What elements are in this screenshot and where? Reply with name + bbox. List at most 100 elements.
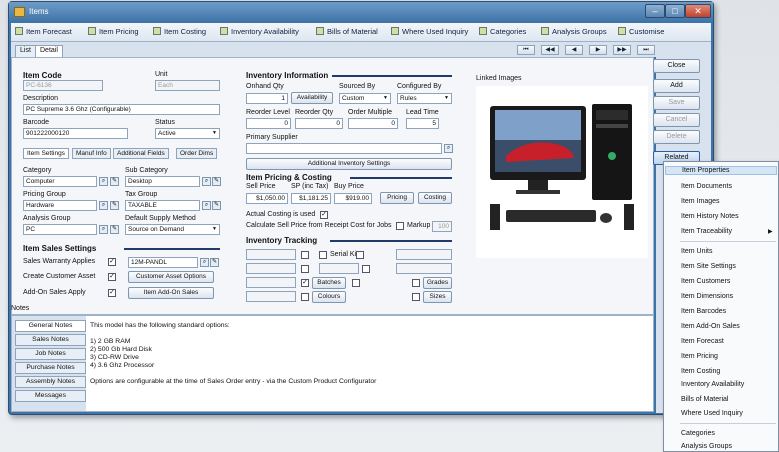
toolbar-analysis-groups[interactable]: Analysis Groups <box>541 27 607 36</box>
nav-prev-button[interactable]: ◀ <box>565 45 583 55</box>
batches-button[interactable]: Batches <box>312 277 346 289</box>
pricing-group-search-icon[interactable]: ⌕ <box>99 201 108 210</box>
menu-item-dimensions[interactable]: Item Dimensions <box>681 293 733 300</box>
description-field[interactable]: PC Supreme 3.6 Ghz (Configurable) <box>23 104 220 115</box>
tab-detail[interactable]: Detail <box>35 45 63 57</box>
customer-asset-options-button[interactable]: Customer Asset Options <box>128 271 214 283</box>
configured-dropdown[interactable]: Rules <box>397 93 452 104</box>
menu-item-site-settings[interactable]: Item Site Settings <box>681 263 736 270</box>
additional-inventory-settings-button[interactable]: Additional Inventory Settings <box>246 158 452 170</box>
tab-manuf-info[interactable]: Manuf Info <box>72 148 111 159</box>
menu-item-customers[interactable]: Item Customers <box>681 278 730 285</box>
customer-asset-checkbox[interactable]: ✓ <box>108 273 116 281</box>
order-multiple-field[interactable]: 0 <box>348 118 398 129</box>
nav-first-button[interactable]: ⏮ <box>517 45 535 55</box>
toolbar-item-forecast[interactable]: Item Forecast <box>15 27 72 36</box>
colours-checkbox[interactable] <box>301 293 309 301</box>
analysis-group-field[interactable]: PC <box>23 224 97 235</box>
buy-price-field[interactable]: $919.00 <box>334 193 372 204</box>
tab-order-dims[interactable]: Order Dims <box>176 148 218 159</box>
category-field[interactable]: Computer <box>23 176 97 187</box>
costing-button[interactable]: Costing <box>418 192 452 204</box>
sizes-button[interactable]: Sizes <box>423 291 452 303</box>
colours-button[interactable]: Colours <box>312 291 346 303</box>
tax-group-field[interactable]: TAXABLE <box>125 200 200 211</box>
grades-checkbox[interactable] <box>412 279 420 287</box>
nav-last-button[interactable]: ⏭ <box>637 45 655 55</box>
tracking-checkbox-1[interactable] <box>301 251 309 259</box>
toolbar-where-used[interactable]: Where Used Inquiry <box>391 27 468 36</box>
toolbar-bills-of-material[interactable]: Bills of Material <box>316 27 378 36</box>
item-code-field[interactable]: PC-6136 <box>23 80 103 91</box>
menu-categories[interactable]: Categories <box>681 430 715 437</box>
delete-button[interactable]: Delete <box>653 130 700 144</box>
menu-item-pricing[interactable]: Item Pricing <box>681 353 718 360</box>
tab-list[interactable]: List <box>15 45 36 57</box>
pricing-group-edit-icon[interactable]: ✎ <box>110 201 119 210</box>
tab-assembly-notes[interactable]: Assembly Notes <box>15 376 86 388</box>
toolbar-customise[interactable]: Customise <box>618 27 664 36</box>
menu-item-units[interactable]: Item Units <box>681 248 713 255</box>
toolbar-item-costing[interactable]: Item Costing <box>153 27 206 36</box>
sizes-checkbox[interactable] <box>412 293 420 301</box>
pricing-button[interactable]: Pricing <box>380 192 414 204</box>
subcategory-edit-icon[interactable]: ✎ <box>212 177 221 186</box>
batches-checkbox[interactable]: ✓ <box>301 279 309 287</box>
menu-item-history-notes[interactable]: Item History Notes <box>681 213 739 220</box>
tracking-checkbox-4[interactable] <box>301 265 309 273</box>
onhand-field[interactable]: 1 <box>246 93 288 104</box>
warranty-search-icon[interactable]: ⌕ <box>200 258 209 267</box>
calculate-sell-checkbox[interactable] <box>396 222 404 230</box>
tax-group-edit-icon[interactable]: ✎ <box>212 201 221 210</box>
availability-button[interactable]: Availability <box>291 92 333 104</box>
addon-checkbox[interactable]: ✓ <box>108 289 116 297</box>
menu-item-images[interactable]: Item Images <box>681 198 720 205</box>
toolbar-categories[interactable]: Categories <box>479 27 526 36</box>
actual-costing-checkbox[interactable]: ✓ <box>320 211 328 219</box>
grades-button[interactable]: Grades <box>423 277 452 289</box>
warranty-edit-icon[interactable]: ✎ <box>210 258 219 267</box>
menu-item-forecast[interactable]: Item Forecast <box>681 338 724 345</box>
tab-sales-notes[interactable]: Sales Notes <box>15 334 86 346</box>
subcategory-search-icon[interactable]: ⌕ <box>202 177 211 186</box>
menu-bills-of-material[interactable]: Bills of Material <box>681 396 728 403</box>
toolbar-item-pricing[interactable]: Item Pricing <box>88 27 139 36</box>
menu-item-properties[interactable]: Item Properties <box>665 166 777 175</box>
primary-supplier-field[interactable] <box>246 143 442 154</box>
menu-item-addon-sales[interactable]: Item Add-On Sales <box>681 323 740 330</box>
grades-checkbox-left[interactable] <box>352 279 360 287</box>
maximize-button[interactable]: □ <box>665 4 685 18</box>
tab-purchase-notes[interactable]: Purchase Notes <box>15 362 86 374</box>
add-button[interactable]: Add <box>653 79 700 93</box>
sourced-dropdown[interactable]: Custom <box>339 93 391 104</box>
item-addon-sales-button[interactable]: Item Add-On Sales <box>128 287 214 299</box>
menu-item-traceability[interactable]: Item Traceability <box>681 228 732 235</box>
sp-inc-tax-field[interactable]: $1,181.25 <box>291 193 331 204</box>
status-dropdown[interactable]: Active <box>155 128 220 139</box>
cancel-button[interactable]: Cancel <box>653 113 700 127</box>
menu-analysis-groups[interactable]: Analysis Groups <box>681 443 732 450</box>
warranty-field[interactable]: 12M-PANDL <box>128 257 198 268</box>
save-button[interactable]: Save <box>653 96 700 110</box>
pricing-group-field[interactable]: Hardware <box>23 200 97 211</box>
default-supply-dropdown[interactable]: Source on Demand <box>125 224 220 235</box>
nav-prev-page-button[interactable]: ◀◀ <box>541 45 559 55</box>
menu-where-used-inquiry[interactable]: Where Used Inquiry <box>681 410 743 417</box>
tab-general-notes[interactable]: General Notes <box>15 320 86 332</box>
minimize-button[interactable]: – <box>645 4 665 18</box>
analysis-group-edit-icon[interactable]: ✎ <box>110 225 119 234</box>
tax-group-search-icon[interactable]: ⌕ <box>202 201 211 210</box>
warranty-checkbox[interactable]: ✓ <box>108 258 116 266</box>
nav-next-page-button[interactable]: ▶▶ <box>613 45 631 55</box>
tab-additional-fields[interactable]: Additional Fields <box>113 148 169 159</box>
sell-price-field[interactable]: $1,050.00 <box>246 193 288 204</box>
tab-messages[interactable]: Messages <box>15 390 86 402</box>
markup-field[interactable]: 100 <box>432 221 452 232</box>
tab-item-settings[interactable]: Item Settings <box>23 148 69 159</box>
tab-job-notes[interactable]: Job Notes <box>15 348 86 360</box>
supplier-search-icon[interactable]: ⌕ <box>444 144 453 153</box>
nav-next-button[interactable]: ▶ <box>589 45 607 55</box>
subcategory-field[interactable]: Desktop <box>125 176 200 187</box>
menu-item-documents[interactable]: Item Documents <box>681 183 732 190</box>
tracking-checkbox-3[interactable] <box>356 251 364 259</box>
